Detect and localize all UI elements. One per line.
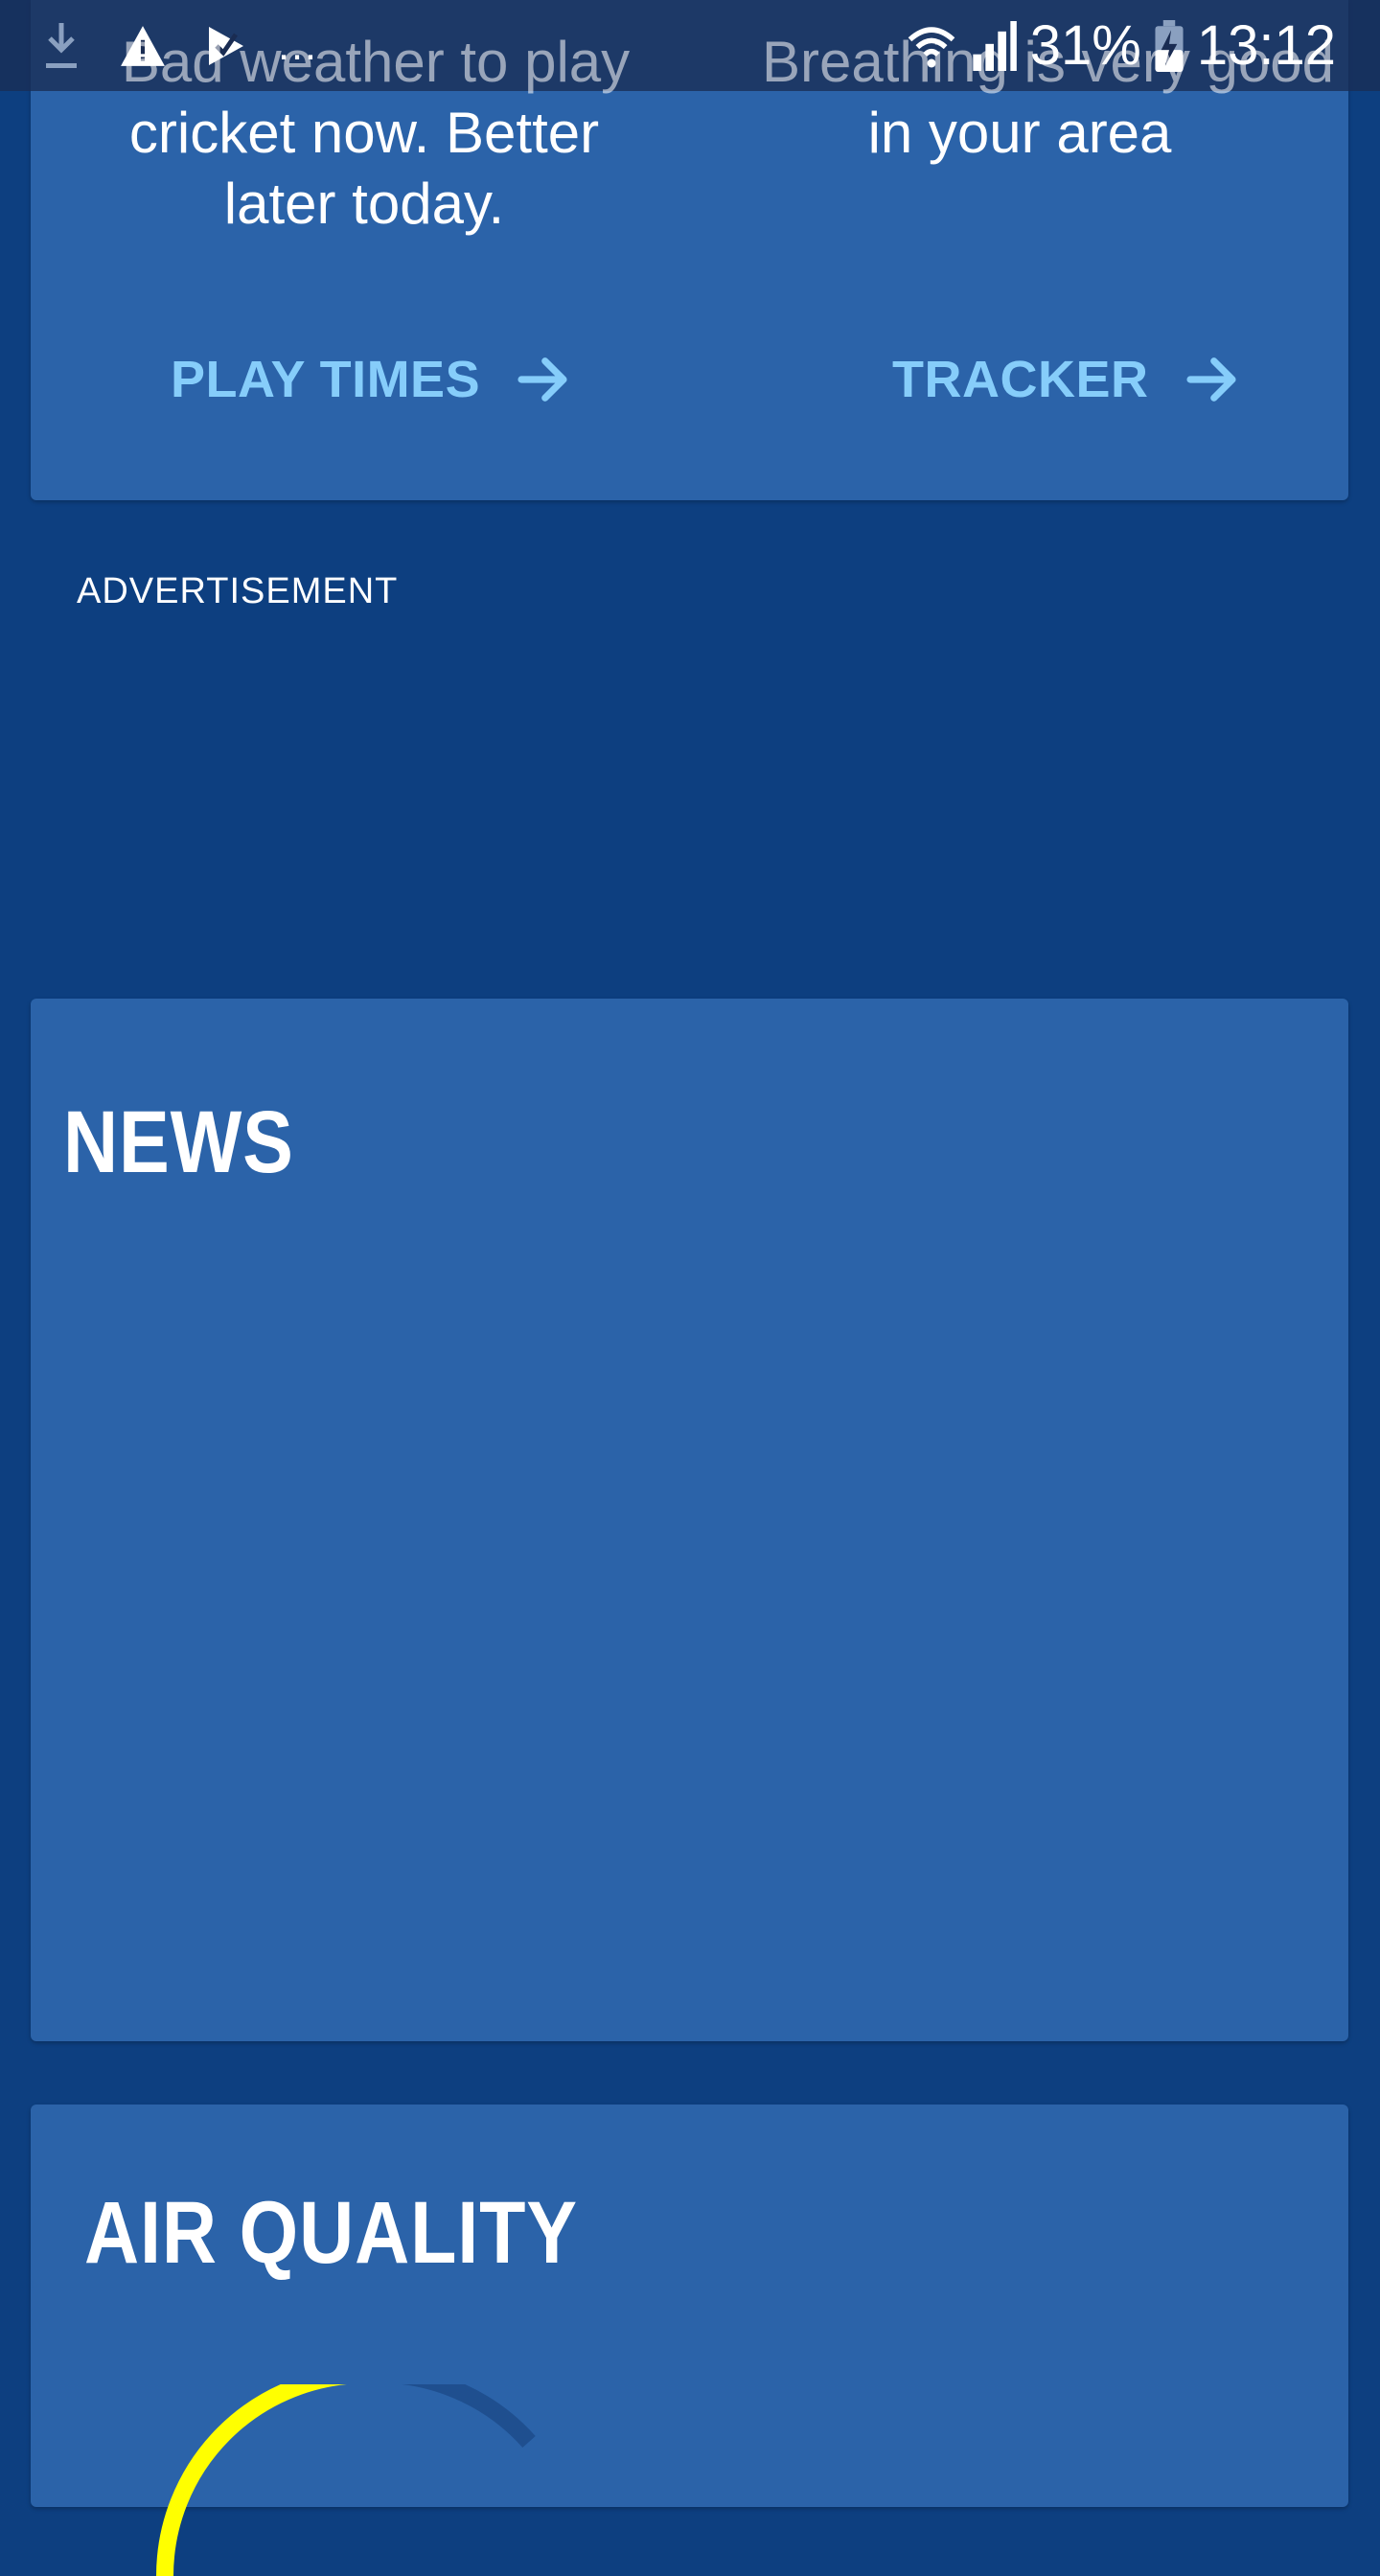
- air-quality-title: AIR QUALITY: [84, 2184, 578, 2282]
- download-icon: [46, 22, 77, 68]
- news-title: NEWS: [63, 1093, 294, 1191]
- air-quality-card[interactable]: AIR QUALITY: [31, 2104, 1348, 2576]
- cricket-tip-line1: Bad weather to play: [121, 30, 631, 94]
- air-quality-gauge: [156, 2384, 536, 2576]
- breathing-tip-line2: in your area: [867, 101, 1172, 165]
- breathing-tip-line1: Breathing is very good: [762, 30, 1335, 94]
- arrow-right-icon: [518, 357, 567, 402]
- news-card[interactable]: NEWS: [31, 999, 1348, 2041]
- tracker-label: TRACKER: [892, 351, 1149, 408]
- cricket-tip-line2: cricket now. Better: [128, 101, 600, 165]
- advertisement-label: ADVERTISEMENT: [77, 571, 399, 611]
- play-times-button[interactable]: PLAY TIMES: [171, 345, 574, 414]
- tracker-button[interactable]: TRACKER: [892, 345, 1243, 414]
- arrow-right-icon: [1185, 357, 1236, 402]
- cricket-tip-line3: later today.: [223, 172, 505, 236]
- play-times-label: PLAY TIMES: [171, 351, 481, 408]
